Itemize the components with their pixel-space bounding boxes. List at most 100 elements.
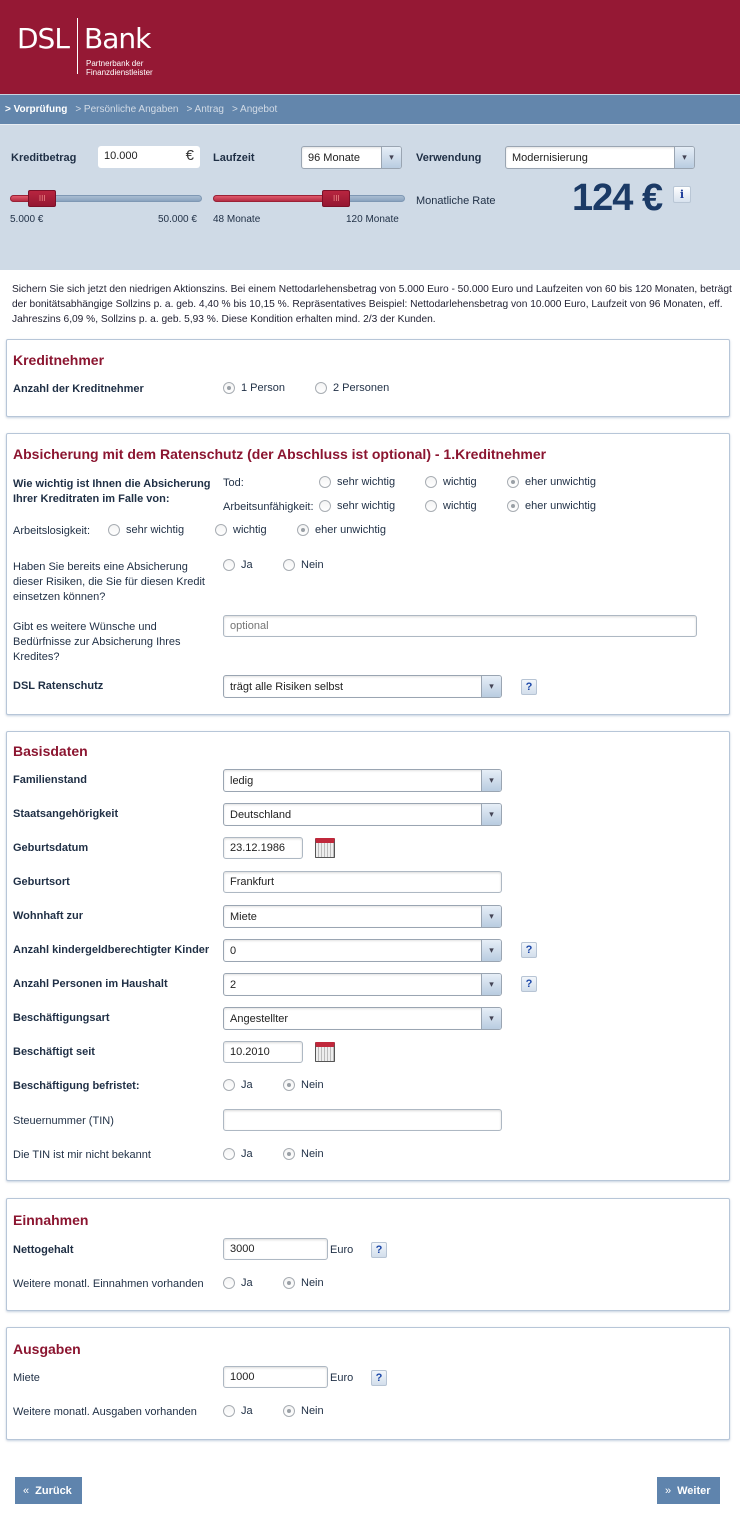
radio-label: Nein (301, 1148, 324, 1160)
beschaeftigungsart-value: Angestellter (230, 1013, 289, 1025)
laufzeit-select[interactable]: 96 Monate ▾ (301, 146, 402, 169)
radio-label: Nein (301, 559, 324, 571)
radio-tod-wichtig[interactable]: wichtig (425, 476, 477, 488)
personen-value: 2 (230, 979, 237, 991)
radio-einnahmen-ja[interactable]: Ja (223, 1277, 253, 1289)
euro-icon: € (185, 147, 194, 164)
section-einnahmen: Einnahmen Nettogehalt 3000 Euro ? Weiter… (6, 1198, 730, 1311)
radio-unchecked-icon (215, 524, 227, 536)
weitere-einnahmen-label: Weitere monatl. Einnahmen vorhanden (13, 1278, 204, 1290)
header: DSL Bank Partnerbank der Finanzdienstlei… (0, 0, 740, 94)
amount-max-label: 50.000 € (158, 214, 197, 225)
radio-unchecked-icon (319, 476, 331, 488)
radio-ausgaben-ja[interactable]: Ja (223, 1405, 253, 1417)
miete-input[interactable]: 1000 (223, 1366, 328, 1388)
tin-input[interactable] (223, 1109, 502, 1131)
geburtsort-input[interactable]: Frankfurt (223, 871, 502, 893)
help-icon[interactable]: ? (521, 679, 537, 695)
section-basisdaten: Basisdaten Familienstand ledig ▾ Staatsan… (6, 731, 730, 1181)
calendar-icon[interactable] (315, 1042, 335, 1062)
section-title: Absicherung mit dem Ratenschutz (der Abs… (13, 446, 547, 462)
radio-al-wichtig[interactable]: wichtig (215, 524, 267, 536)
tod-label: Tod: (223, 477, 244, 489)
radio-2-personen[interactable]: 2 Personen (315, 382, 389, 394)
radio-ausgaben-nein[interactable]: Nein (283, 1405, 324, 1417)
logo-divider (77, 18, 78, 74)
radio-befristet-ja[interactable]: Ja (223, 1079, 253, 1091)
radio-label: eher unwichtig (525, 476, 596, 488)
staatsangehoerigkeit-select[interactable]: Deutschland ▾ (223, 803, 502, 826)
radio-einnahmen-nein[interactable]: Nein (283, 1277, 324, 1289)
radio-existing-ja[interactable]: Ja (223, 559, 253, 571)
kinder-select[interactable]: 0 ▾ (223, 939, 502, 962)
nettogehalt-value: 3000 (230, 1243, 255, 1255)
radio-tin-unknown-ja[interactable]: Ja (223, 1148, 253, 1160)
beschaeftigt-seit-value: 10.2010 (230, 1046, 270, 1058)
section-kreditnehmer: Kreditnehmer Anzahl der Kreditnehmer 1 P… (6, 339, 730, 417)
back-button[interactable]: « Zurück (15, 1477, 82, 1504)
radio-tod-eher-unwichtig[interactable]: eher unwichtig (507, 476, 596, 488)
help-icon[interactable]: ? (371, 1370, 387, 1386)
verwendung-label: Verwendung (416, 152, 482, 164)
existing-coverage-label: Haben Sie bereits eine Absicherung diese… (13, 561, 205, 603)
chevron-down-icon: ▾ (481, 676, 501, 697)
familienstand-value: ledig (230, 775, 254, 787)
info-icon[interactable]: i (673, 186, 691, 203)
radio-checked-icon (507, 476, 519, 488)
calendar-icon[interactable] (315, 838, 335, 858)
chevron-down-icon: ▾ (481, 804, 501, 825)
step-angebot: > Angebot (231, 104, 278, 115)
radio-1-person[interactable]: 1 Person (223, 382, 285, 394)
radio-existing-nein[interactable]: Nein (283, 559, 324, 571)
radio-unchecked-icon (108, 524, 120, 536)
ratenschutz-select[interactable]: trägt alle Risiken selbst ▾ (223, 675, 502, 698)
radio-tod-sehr-wichtig[interactable]: sehr wichtig (319, 476, 395, 488)
wishes-input[interactable] (223, 615, 697, 637)
radio-tin-unknown-nein[interactable]: Nein (283, 1148, 324, 1160)
nettogehalt-label: Nettogehalt (13, 1244, 74, 1256)
laufzeit-label: Laufzeit (213, 152, 255, 164)
absicherung-question: Wie wichtig ist Ihnen die Absicherung Ih… (13, 478, 211, 505)
miete-label: Miete (13, 1372, 40, 1384)
arbeitslosigkeit-label: Arbeitslosigkeit: (13, 525, 91, 537)
term-min-label: 48 Monate (213, 214, 261, 225)
radio-au-sehr-wichtig[interactable]: sehr wichtig (319, 500, 395, 512)
verwendung-value: Modernisierung (512, 152, 588, 164)
kreditbetrag-input[interactable]: 10.000 € (98, 146, 200, 168)
beschaeftigt-seit-input[interactable]: 10.2010 (223, 1041, 303, 1063)
nettogehalt-input[interactable]: 3000 (223, 1238, 328, 1260)
radio-al-eher-unwichtig[interactable]: eher unwichtig (297, 524, 386, 536)
section-ausgaben: Ausgaben Miete 1000 Euro ? Weitere monat… (6, 1327, 730, 1440)
radio-befristet-nein[interactable]: Nein (283, 1079, 324, 1091)
help-icon[interactable]: ? (521, 942, 537, 958)
help-icon[interactable]: ? (371, 1242, 387, 1258)
next-button[interactable]: » Weiter (657, 1477, 720, 1504)
help-icon[interactable]: ? (521, 976, 537, 992)
radio-label: Ja (241, 1405, 253, 1417)
section-title: Basisdaten (13, 743, 88, 759)
radio-unchecked-icon (223, 1277, 235, 1289)
verwendung-select[interactable]: Modernisierung ▾ (505, 146, 695, 169)
term-slider-fill (213, 195, 337, 202)
personen-select[interactable]: 2 ▾ (223, 973, 502, 996)
next-button-label: Weiter (677, 1484, 711, 1497)
double-chevron-left-icon: « (23, 1484, 30, 1497)
amount-slider-thumb[interactable]: III (28, 190, 57, 207)
wohnhaft-select[interactable]: Miete ▾ (223, 905, 502, 928)
term-max-label: 120 Monate (346, 214, 399, 225)
radio-al-sehr-wichtig[interactable]: sehr wichtig (108, 524, 184, 536)
beschaeftigungsart-select[interactable]: Angestellter ▾ (223, 1007, 502, 1030)
radio-unchecked-icon (425, 476, 437, 488)
beschaeftigt-seit-label: Beschäftigt seit (13, 1046, 95, 1058)
geburtsdatum-input[interactable]: 23.12.1986 (223, 837, 303, 859)
term-slider-thumb[interactable]: III (322, 190, 351, 207)
kinder-label: Anzahl kindergeldberechtigter Kinder (13, 944, 210, 956)
radio-au-eher-unwichtig[interactable]: eher unwichtig (507, 500, 596, 512)
radio-label: sehr wichtig (337, 476, 396, 488)
radio-checked-icon (283, 1148, 295, 1160)
radio-au-wichtig[interactable]: wichtig (425, 500, 477, 512)
section-title: Einnahmen (13, 1212, 89, 1228)
befristet-label: Beschäftigung befristet: (13, 1080, 140, 1092)
familienstand-select[interactable]: ledig ▾ (223, 769, 502, 792)
step-persoenliche-angaben: > Persönliche Angaben (75, 104, 179, 115)
